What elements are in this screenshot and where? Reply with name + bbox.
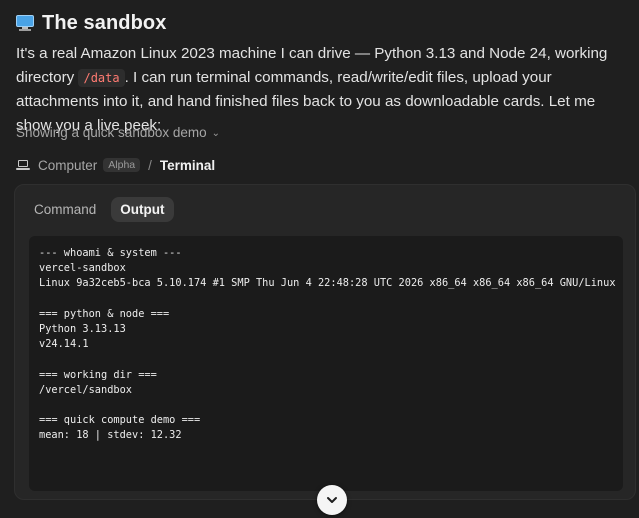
tab-output[interactable]: Output (111, 197, 174, 222)
terminal-line: /vercel/sandbox (39, 383, 132, 396)
chevron-down-icon (327, 497, 337, 503)
breadcrumb-terminal: Terminal (159, 157, 216, 173)
tab-command[interactable]: Command (25, 197, 105, 222)
terminal-line: mean: 18 | stdev: 12.32 (39, 429, 182, 442)
terminal-line: === working dir === (39, 368, 157, 381)
breadcrumb: Computer Alpha / Terminal (16, 155, 215, 175)
scroll-down-button[interactable] (317, 485, 347, 515)
terminal-panel: Command Output --- whoami & system --- v… (14, 184, 636, 500)
laptop-icon (16, 159, 30, 171)
terminal-line: v24.14.1 (39, 338, 89, 351)
section-heading: The sandbox (16, 10, 166, 36)
terminal-line: === python & node === (39, 307, 170, 320)
chevron-down-icon: ⌄ (211, 128, 221, 139)
terminal-line: Python 3.13.13 (39, 322, 126, 335)
terminal-line: Linux 9a32ceb5-bca 5.10.174 #1 SMP Thu J… (39, 277, 616, 290)
terminal-line: --- whoami & system --- (39, 247, 182, 259)
chat-message: The sandbox It's a real Amazon Linux 202… (0, 0, 639, 518)
desktop-computer-icon (16, 15, 34, 31)
terminal-line: === quick compute demo === (39, 414, 201, 427)
demo-toggle[interactable]: Showing a quick sandbox demo ⌄ (16, 125, 220, 140)
terminal-output: --- whoami & system --- vercel-sandbox L… (29, 236, 623, 491)
alpha-badge: Alpha (103, 158, 141, 172)
terminal-line: vercel-sandbox (39, 262, 126, 275)
section-title: The sandbox (42, 11, 167, 34)
breadcrumb-separator: / (148, 157, 152, 173)
panel-tabs: Command Output (25, 197, 174, 222)
inline-code-path: /data (78, 69, 125, 87)
demo-toggle-label: Showing a quick sandbox demo (16, 125, 207, 140)
breadcrumb-computer[interactable]: Computer (38, 158, 97, 173)
intro-paragraph: It's a real Amazon Linux 2023 machine I … (16, 42, 628, 138)
